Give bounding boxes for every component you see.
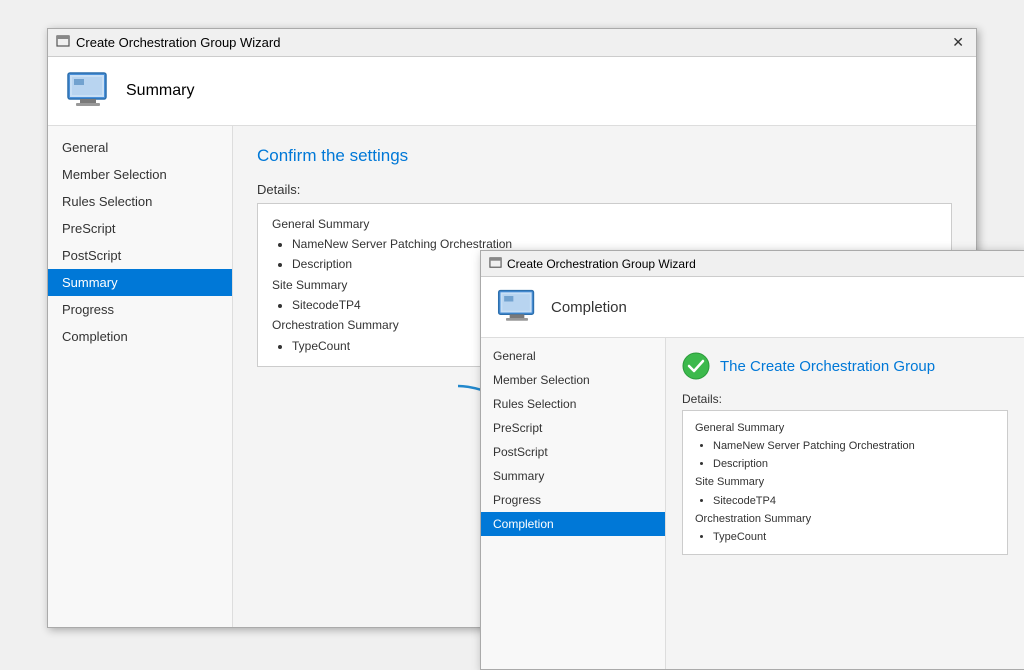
sidebar-item-member-selection[interactable]: Member Selection	[48, 161, 232, 188]
title-bar-text: Create Orchestration Group Wizard	[76, 35, 280, 50]
sidebar-item-rules-selection[interactable]: Rules Selection	[48, 188, 232, 215]
sidebar-item-summary[interactable]: Summary	[48, 269, 232, 296]
title-bar: Create Orchestration Group Wizard ✕	[48, 29, 976, 57]
details-label: Details:	[257, 182, 952, 197]
popup-site-item-0: SitecodeTP4	[713, 492, 995, 510]
header-title: Summary	[126, 82, 194, 100]
popup-details-label: Details:	[682, 392, 1008, 406]
popup-header: Completion	[481, 277, 1024, 338]
close-button[interactable]: ✕	[948, 35, 968, 49]
popup-sidebar-summary[interactable]: Summary	[481, 464, 665, 488]
success-icon	[682, 352, 710, 380]
popup-content: General Member Selection Rules Selection…	[481, 338, 1024, 669]
sidebar-item-general[interactable]: General	[48, 134, 232, 161]
popup-general-item-0: NameNew Server Patching Orchestration	[713, 437, 995, 455]
popup-general-items-list: NameNew Server Patching Orchestration De…	[695, 437, 995, 473]
popup-window: Create Orchestration Group Wizard Comple…	[480, 250, 1024, 670]
popup-title-text: Create Orchestration Group Wizard	[507, 257, 696, 271]
success-title: The Create Orchestration Group	[720, 358, 935, 375]
sidebar-item-prescript[interactable]: PreScript	[48, 215, 232, 242]
header-bar: Summary	[48, 57, 976, 126]
success-header: The Create Orchestration Group	[682, 352, 1008, 380]
popup-sidebar-completion[interactable]: Completion	[481, 512, 665, 536]
popup-sidebar-rules-selection[interactable]: Rules Selection	[481, 392, 665, 416]
sidebar-item-completion[interactable]: Completion	[48, 323, 232, 350]
window-icon	[56, 35, 70, 49]
sidebar-item-postscript[interactable]: PostScript	[48, 242, 232, 269]
popup-general-item-1: Description	[713, 455, 995, 473]
popup-orchestration-summary-title: Orchestration Summary	[695, 510, 995, 528]
sidebar-item-progress[interactable]: Progress	[48, 296, 232, 323]
main-title: Confirm the settings	[257, 146, 952, 166]
popup-main: The Create Orchestration Group Details: …	[666, 338, 1024, 669]
popup-sidebar-member-selection[interactable]: Member Selection	[481, 368, 665, 392]
popup-header-icon	[495, 285, 539, 329]
popup-sidebar: General Member Selection Rules Selection…	[481, 338, 666, 669]
popup-sidebar-prescript[interactable]: PreScript	[481, 416, 665, 440]
popup-window-icon	[489, 257, 502, 270]
general-summary-title: General Summary	[272, 214, 937, 234]
popup-title-bar: Create Orchestration Group Wizard	[481, 251, 1024, 277]
header-icon	[64, 67, 112, 115]
title-bar-left: Create Orchestration Group Wizard	[56, 35, 280, 50]
popup-site-items-list: SitecodeTP4	[695, 492, 995, 510]
sidebar: General Member Selection Rules Selection…	[48, 126, 233, 627]
popup-title-left: Create Orchestration Group Wizard	[489, 257, 696, 271]
popup-details-box: General Summary NameNew Server Patching …	[682, 410, 1008, 555]
popup-sidebar-progress[interactable]: Progress	[481, 488, 665, 512]
popup-sidebar-general[interactable]: General	[481, 344, 665, 368]
popup-sidebar-postscript[interactable]: PostScript	[481, 440, 665, 464]
popup-general-summary-title: General Summary	[695, 419, 995, 437]
popup-header-title: Completion	[551, 299, 627, 316]
popup-orchestration-item-0: TypeCount	[713, 528, 995, 546]
popup-site-summary-title: Site Summary	[695, 473, 995, 491]
popup-orchestration-items-list: TypeCount	[695, 528, 995, 546]
